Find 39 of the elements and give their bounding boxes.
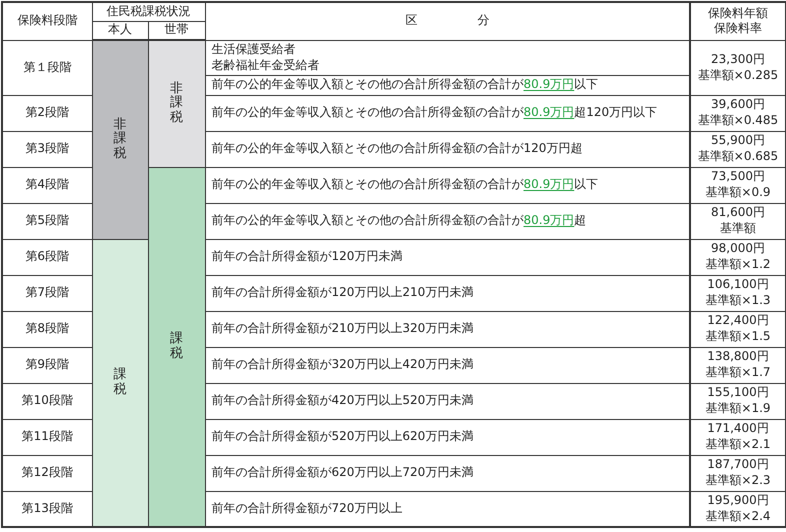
rate-text: 基準額×0.285	[696, 68, 780, 84]
category-text: 生活保護受給者	[212, 42, 296, 58]
fee-amount: 55,900円	[710, 133, 766, 149]
fee-amount: 187,700円	[706, 457, 770, 473]
fee-amount: 39,600円	[710, 97, 766, 113]
rate-text: 基準額×1.7	[704, 365, 772, 381]
column-header: 保険料率	[713, 21, 763, 37]
fee-amount: 155,100円	[706, 385, 770, 401]
fee-amount: 138,800円	[706, 349, 770, 365]
rate-text: 基準額×1.5	[704, 329, 772, 345]
stage-label: 第6段階	[2, 239, 92, 275]
rate-text: 基準額×1.9	[704, 401, 772, 417]
tax-status-cell: 課税	[92, 239, 148, 527]
rate-text: 基準額×2.4	[704, 508, 772, 524]
fee-amount: 171,400円	[706, 421, 770, 437]
tax-status-cell: 課税	[148, 167, 205, 527]
rate-text: 基準額×2.1	[704, 437, 772, 453]
fee-amount: 23,300円	[710, 52, 766, 68]
rate-text: 基準額×1.2	[704, 257, 772, 273]
fee-amount: 81,600円	[710, 205, 766, 221]
column-header: 住民税課税状況	[92, 2, 205, 21]
column-header: 保険料段階	[2, 2, 92, 40]
tax-status-cell: 非課税	[92, 40, 148, 239]
stage-label: 第１段階	[2, 40, 92, 95]
fee-amount: 98,000円	[710, 241, 766, 257]
category-text: 老齢福祉年金受給者	[212, 58, 320, 74]
category-text: 前年の公的年金等収入額とその他の合計所得金額の合計が80.9万円以下	[205, 75, 690, 95]
fee-amount: 73,500円	[710, 169, 766, 185]
rate-text: 基準額×0.685	[696, 149, 780, 165]
fee-amount: 106,100円	[706, 277, 770, 293]
fee-amount: 122,400円	[706, 313, 770, 329]
tax-status-cell: 非課税	[148, 40, 205, 167]
rate-text: 基準額×0.485	[696, 113, 780, 129]
column-header: 保険料年額	[707, 6, 769, 22]
rate-text: 基準額	[719, 221, 757, 237]
rate-text: 基準額×0.9	[704, 185, 772, 201]
rate-text: 基準額×2.3	[704, 473, 772, 489]
fee-amount: 195,900円	[706, 493, 770, 509]
rate-text: 基準額×1.3	[704, 293, 772, 309]
